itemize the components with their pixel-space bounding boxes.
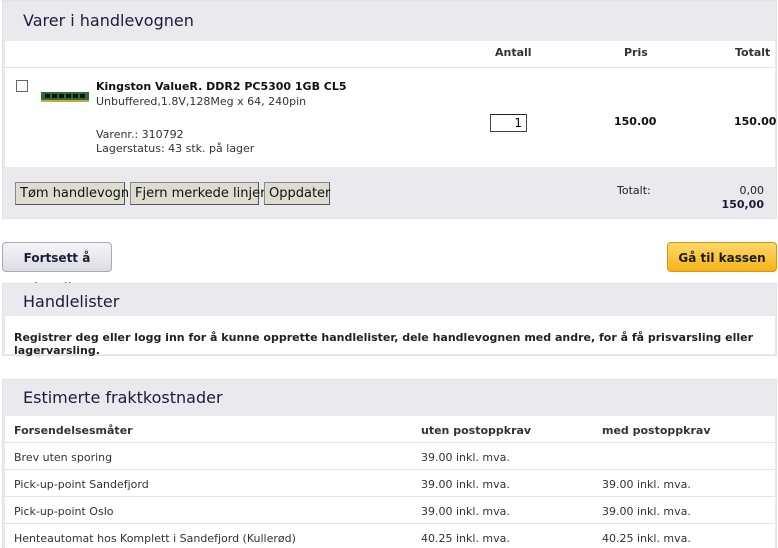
shipping-table: Forsendelsesmåter uten postoppkrav med p… (5, 416, 775, 548)
product-stock: Lagerstatus: 43 stk. på lager (96, 142, 255, 155)
update-button[interactable]: Oppdater (264, 182, 330, 205)
price-with-cod: 39.00 inkl. mva. (602, 478, 691, 491)
total-header: Totalt (735, 46, 771, 59)
price-with-cod: 39.00 inkl. mva. (602, 505, 691, 518)
product-description: Unbuffered,1.8V,128Meg x 64, 240pin (96, 95, 307, 108)
price-with-cod: 40.25 inkl. mva. (602, 532, 691, 545)
product-sku: Varenr.: 310792 (96, 128, 184, 141)
table-row: Henteautomat hos Komplett i Sandefjord (… (5, 524, 775, 548)
item-price: 150.00 (614, 115, 657, 128)
price-without-cod: 39.00 inkl. mva. (421, 451, 510, 464)
shipping-method: Pick-up-point Sandefjord (14, 478, 149, 491)
empty-cart-button[interactable]: Tøm handlevogn (15, 182, 129, 205)
table-row: Pick-up-point Oslo 39.00 inkl. mva. 39.0… (5, 497, 775, 524)
cart-title: Varer i handlevognen (23, 11, 194, 30)
shipping-method: Henteautomat hos Komplett i Sandefjord (… (14, 532, 296, 545)
qty-header: Antall (495, 46, 532, 59)
without-cod-header: uten postoppkrav (421, 424, 532, 437)
table-row: Pick-up-point Sandefjord 39.00 inkl. mva… (5, 470, 775, 497)
product-thumbnail[interactable] (41, 92, 89, 102)
price-without-cod: 39.00 inkl. mva. (421, 478, 510, 491)
shipping-method: Brev uten sporing (14, 451, 113, 464)
continue-shopping-button[interactable]: Fortsett å handle (2, 242, 112, 295)
totals-value-2: 150,00 (721, 198, 764, 211)
shipping-title: Estimerte fraktkostnader (23, 388, 223, 407)
header-divider (5, 67, 775, 68)
shipping-method: Pick-up-point Oslo (14, 505, 114, 518)
price-without-cod: 40.25 inkl. mva. (421, 532, 510, 545)
item-total: 150.00 (734, 115, 777, 128)
cart-table: Antall Pris Totalt Kingston ValueR. DDR2… (5, 41, 777, 167)
totals-label: Totalt: (617, 184, 651, 197)
lists-message: Registrer deg eller logg inn for å kunne… (14, 331, 754, 357)
shipping-panel: Estimerte fraktkostnader Forsendelsesmåt… (2, 379, 777, 548)
checkout-button[interactable]: Gå til kassen (667, 242, 777, 272)
table-row: Brev uten sporing 39.00 inkl. mva. (5, 443, 775, 470)
method-header: Forsendelsesmåter (14, 424, 133, 437)
remove-marked-button[interactable]: Fjern merkede linjer (130, 182, 265, 205)
item-checkbox[interactable] (16, 80, 28, 92)
product-name[interactable]: Kingston ValueR. DDR2 PC5300 1GB CL5 (96, 80, 347, 93)
with-cod-header: med postoppkrav (602, 424, 711, 437)
shopping-lists-panel: Handlelister Registrer deg eller logg in… (2, 283, 777, 357)
cart-panel: Varer i handlevognen Antall Pris Totalt … (2, 0, 777, 219)
quantity-input[interactable] (490, 114, 527, 132)
price-header: Pris (624, 46, 648, 59)
totals-value-1: 0,00 (739, 184, 765, 197)
lists-title: Handlelister (23, 292, 120, 311)
lists-body: Registrer deg eller logg inn for å kunne… (5, 316, 775, 357)
shipping-header-row: Forsendelsesmåter uten postoppkrav med p… (5, 416, 775, 443)
price-without-cod: 39.00 inkl. mva. (421, 505, 510, 518)
